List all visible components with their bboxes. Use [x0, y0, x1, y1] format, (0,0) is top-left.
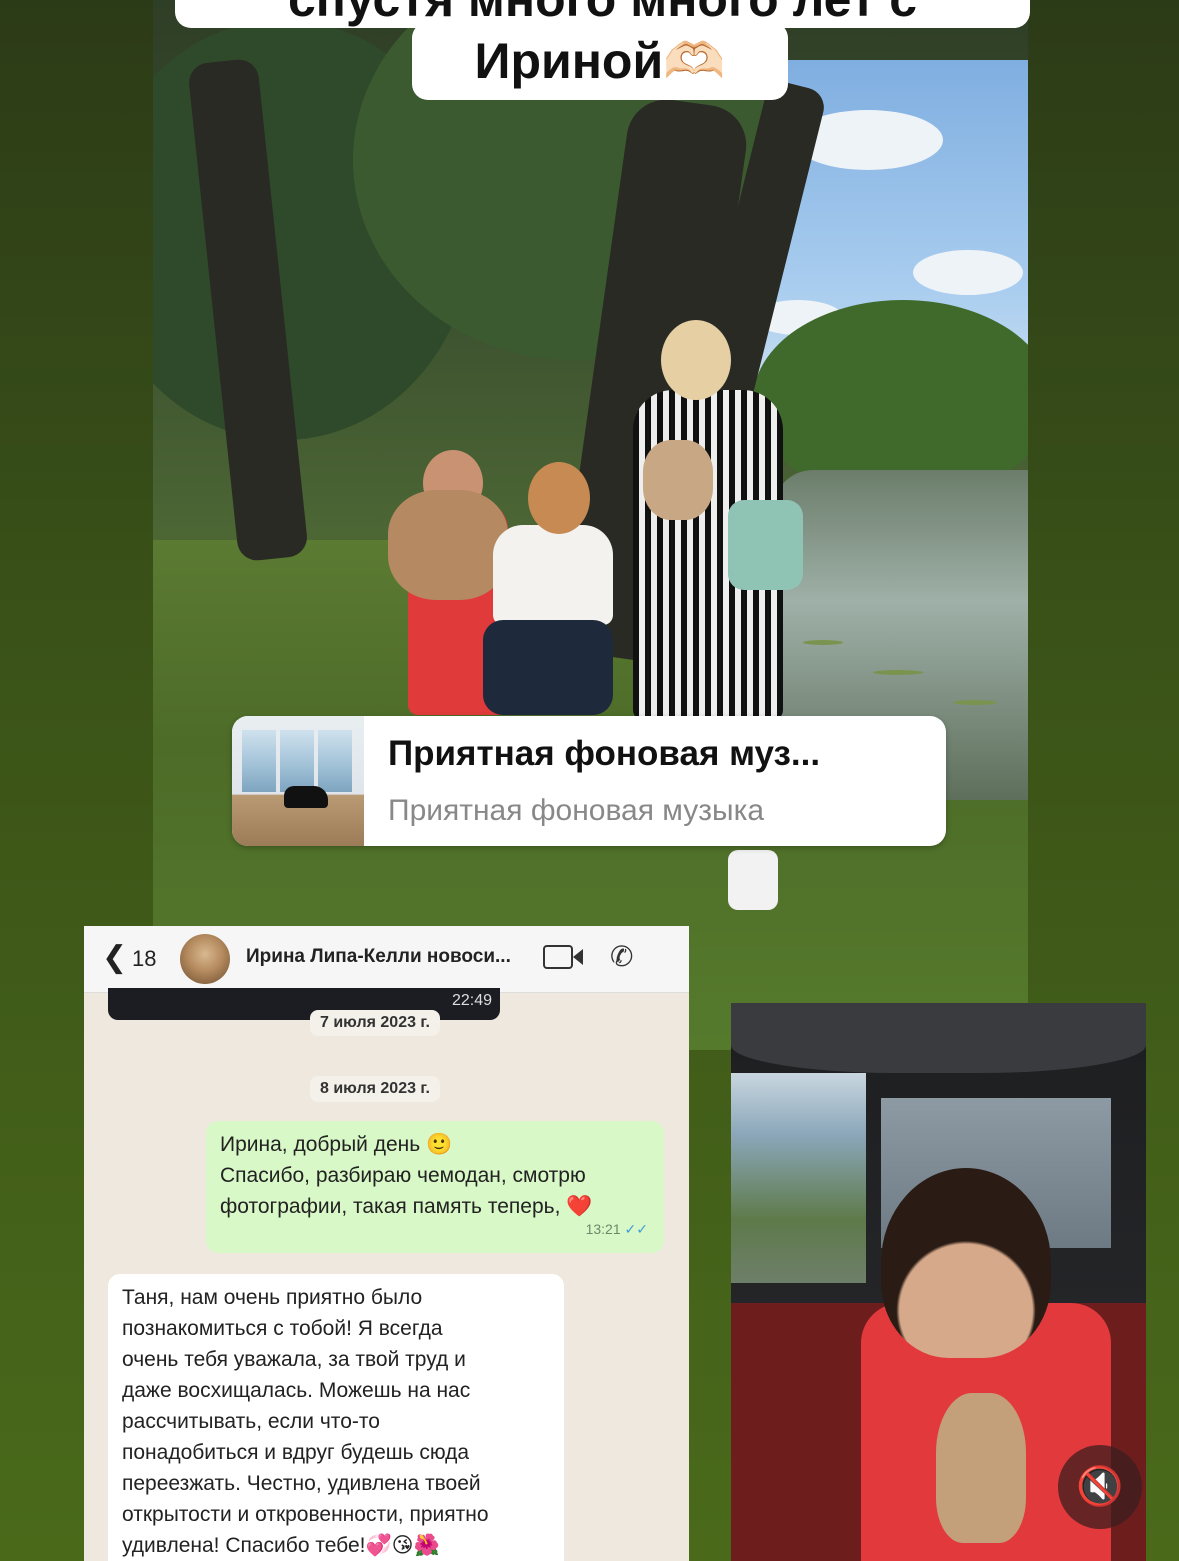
message-line: удивлена! Спасибо тебе!💞😘🌺 — [122, 1534, 440, 1557]
woman-head — [528, 462, 590, 534]
car-ceiling — [731, 1003, 1146, 1073]
message-line: даже восхищалась. Можешь на нас — [122, 1379, 471, 1402]
music-subtitle: Приятная фоновая музыка — [388, 794, 765, 827]
lily-pad — [803, 640, 843, 645]
phone-icon[interactable]: ✆ — [610, 940, 633, 973]
message-line: рассчитывать, если что-то — [122, 1410, 380, 1433]
story-photo — [153, 0, 1028, 1050]
mint-handbag — [728, 500, 803, 590]
window — [242, 730, 276, 792]
music-title: Приятная фоновая муз... — [388, 734, 821, 773]
dog-figure — [388, 490, 508, 600]
outgoing-message[interactable]: Ирина, добрый день 🙂 Спасибо, разбираю ч… — [206, 1121, 664, 1253]
sneaker — [728, 850, 778, 910]
message-line: Ирина, добрый день 🙂 — [220, 1133, 453, 1156]
dog-figure — [936, 1393, 1026, 1543]
message-timestamp: 13:21 — [585, 1221, 621, 1237]
lily-pad — [873, 670, 923, 675]
message-time: 22:49 — [451, 992, 492, 1009]
message-line: Таня, нам очень приятно было — [122, 1286, 423, 1309]
woman-skirt — [483, 620, 613, 715]
message-line: Спасибо, разбираю чемодан, смотрю — [220, 1164, 586, 1187]
window — [318, 730, 352, 792]
read-ticks-icon: ✓✓ — [624, 1221, 648, 1237]
incoming-message[interactable]: Таня, нам очень приятно было познакомить… — [108, 1274, 564, 1561]
music-sticker[interactable]: Приятная фоновая муз... Приятная фоновая… — [232, 716, 946, 846]
piano-icon — [284, 786, 328, 808]
previous-media-message[interactable]: 22:49 — [108, 988, 500, 1020]
girl-head — [881, 1168, 1051, 1358]
message-line: открытости и откровенности, приятно — [122, 1503, 489, 1526]
contact-name[interactable]: Ирина Липа-Келли новоси... — [246, 946, 511, 968]
story-title-line-2: Ириной🫶🏻 — [412, 22, 788, 100]
message-line: переезжать. Честно, удивлена твоей — [122, 1472, 481, 1495]
music-cover-image — [232, 716, 364, 846]
video-call-icon[interactable] — [543, 945, 583, 969]
mute-icon[interactable]: 🔇 — [1058, 1445, 1142, 1529]
message-time: 13:21 ✓✓ — [586, 1214, 648, 1245]
dog-figure — [643, 440, 713, 520]
message-line: очень тебя уважала, за твой труд и — [122, 1348, 466, 1371]
message-line: понадобиться и вдруг будешь сюда — [122, 1441, 470, 1464]
car-window — [731, 1073, 866, 1283]
cloud — [913, 250, 1023, 295]
woman-figure — [493, 525, 613, 625]
avatar[interactable] — [180, 934, 230, 984]
older-woman-head — [661, 320, 731, 400]
date-separator: 7 июля 2023 г. — [310, 1010, 440, 1036]
chat-header: ❮ 18 Ирина Липа-Келли новоси... ✆ — [84, 926, 689, 993]
chat-screenshot: ❮ 18 Ирина Липа-Келли новоси... ✆ 22:49 … — [84, 926, 689, 1561]
message-line-text: фотографии, такая память теперь, — [220, 1195, 561, 1218]
lily-pad — [953, 700, 997, 705]
back-chevron-icon[interactable]: ❮ — [102, 940, 127, 975]
date-separator: 8 июля 2023 г. — [310, 1076, 440, 1102]
window — [280, 730, 314, 792]
message-line: познакомиться с тобой! Я всегда — [122, 1317, 443, 1340]
unread-count: 18 — [132, 946, 157, 971]
